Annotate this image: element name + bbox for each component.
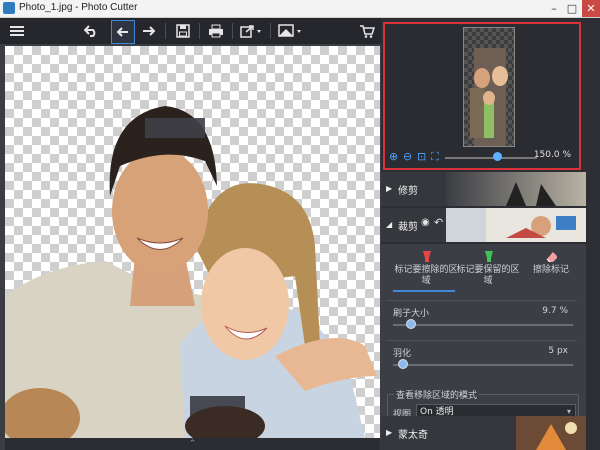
- window-title: Photo_1.jpg - Photo Cutter: [19, 2, 138, 13]
- panel-scrollbar[interactable]: [587, 168, 599, 448]
- minimize-button[interactable]: –: [545, 0, 563, 17]
- navigator-panel[interactable]: ⊕ ⊖ ⊡ ⛶ 150.0 %: [383, 22, 581, 170]
- feather-label: 羽化: [393, 349, 412, 359]
- mark-remove-label-line2: 域: [421, 276, 431, 286]
- toolbar-separator: [199, 23, 200, 39]
- divider: [387, 340, 577, 341]
- red-marker-icon: [423, 251, 431, 262]
- brush-size-slider[interactable]: [393, 324, 573, 326]
- cart-icon[interactable]: [356, 20, 378, 42]
- mark-remove-button[interactable]: 标记要擦除的区 域: [391, 250, 461, 287]
- redo-icon[interactable]: [138, 20, 160, 42]
- export-icon[interactable]: [238, 20, 264, 42]
- segment-thumbnail: [446, 208, 586, 242]
- maximize-button[interactable]: □: [563, 0, 581, 17]
- navigator-thumbnail[interactable]: [463, 27, 515, 147]
- right-panel: ⊕ ⊖ ⊡ ⛶ 150.0 % ▶ 修剪 ◢ 裁剪 ◉ ↶ 标记要擦除的区 域 …: [381, 18, 600, 450]
- divider: [387, 300, 577, 301]
- close-button[interactable]: ✕: [582, 0, 600, 17]
- mark-keep-label-line2: 域: [483, 276, 493, 286]
- segment-panel: 标记要擦除的区 域 标记要保留的区 域 擦除标记 刷子大小 9.7 % 羽化 5…: [381, 244, 586, 436]
- navigator-preview: [470, 48, 508, 146]
- crop-thumbnail: [446, 172, 586, 206]
- zoom-in-icon[interactable]: ⊕: [389, 151, 401, 163]
- toolbar-separator: [232, 23, 233, 39]
- feather-knob[interactable]: [398, 359, 408, 369]
- montage-thumbnail: [516, 416, 586, 450]
- main-toolbar: [0, 18, 381, 44]
- feather-value: 5 px: [548, 346, 568, 356]
- expand-arrow-icon: ▶: [386, 428, 393, 437]
- collapse-arrow-icon: ◢: [386, 220, 393, 229]
- undo-icon[interactable]: [80, 20, 102, 42]
- undo-all-icon[interactable]: [111, 20, 135, 44]
- app-icon: [3, 2, 15, 14]
- section-segment-label: 裁剪: [398, 222, 418, 233]
- mark-remove-label-line1: 标记要擦除的区: [394, 265, 458, 275]
- toolbar-separator: [270, 23, 271, 39]
- canvas-scroll-handle[interactable]: ⌃: [5, 438, 380, 450]
- zoom-slider[interactable]: [445, 157, 537, 159]
- expand-arrow-icon: ▶: [386, 184, 393, 193]
- mark-keep-button[interactable]: 标记要保留的区 域: [453, 250, 523, 287]
- actual-size-icon[interactable]: ⊡: [417, 151, 429, 163]
- eye-icon[interactable]: ◉: [421, 217, 430, 228]
- green-marker-icon: [485, 251, 493, 262]
- brush-size-knob[interactable]: [406, 319, 417, 329]
- eraser-icon: [546, 252, 557, 262]
- erase-marks-button[interactable]: 擦除标记: [521, 250, 581, 276]
- zoom-slider-knob[interactable]: [493, 152, 502, 161]
- erase-marks-label: 擦除标记: [532, 265, 569, 275]
- zoom-out-icon[interactable]: ⊖: [403, 151, 415, 163]
- fit-window-icon[interactable]: ⛶: [431, 151, 443, 163]
- image-canvas[interactable]: [5, 46, 380, 438]
- menu-icon[interactable]: [6, 20, 28, 42]
- view-mode-legend: 查看移除区域的模式: [394, 388, 480, 401]
- title-bar: Photo_1.jpg - Photo Cutter – □ ✕: [0, 0, 600, 18]
- section-montage-label: 蒙太奇: [398, 430, 428, 441]
- brush-size-label: 刷子大小: [393, 309, 430, 319]
- reset-icon[interactable]: ↶: [434, 216, 443, 229]
- cutout-photo: [5, 106, 377, 438]
- zoom-value: 150.0 %: [533, 150, 571, 160]
- brush-size-value: 9.7 %: [542, 306, 568, 316]
- print-icon[interactable]: [205, 20, 227, 42]
- section-crop-label: 修剪: [398, 186, 418, 197]
- section-montage[interactable]: ▶ 蒙太奇: [381, 416, 586, 450]
- save-icon[interactable]: [172, 20, 194, 42]
- feather-slider[interactable]: [393, 364, 573, 366]
- zoom-controls: ⊕ ⊖ ⊡ ⛶ 150.0 %: [385, 148, 579, 166]
- section-segment[interactable]: ◢ 裁剪 ◉ ↶: [381, 208, 586, 242]
- active-tool-underline: [393, 290, 455, 292]
- section-crop[interactable]: ▶ 修剪: [381, 172, 586, 206]
- mark-keep-label-line1: 标记要保留的区: [456, 265, 520, 275]
- toolbar-separator: [165, 23, 166, 39]
- background-icon[interactable]: [276, 20, 304, 42]
